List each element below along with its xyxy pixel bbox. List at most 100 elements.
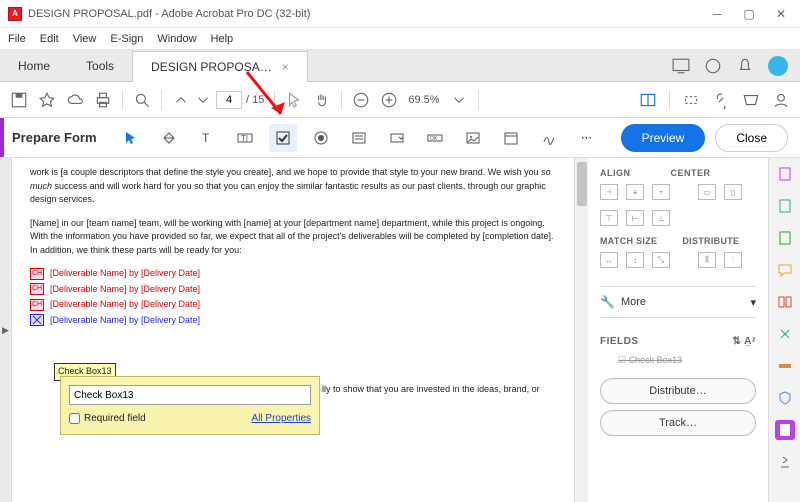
center-header: CENTER: [671, 168, 711, 178]
signature-tool[interactable]: [535, 124, 563, 152]
radio-tool[interactable]: [307, 124, 335, 152]
save-icon[interactable]: [10, 91, 28, 109]
compress-icon[interactable]: [775, 324, 795, 344]
star-icon[interactable]: [38, 91, 56, 109]
zoom-out-icon[interactable]: [352, 91, 370, 109]
preview-button[interactable]: Preview: [621, 124, 706, 152]
page-number-input[interactable]: [216, 91, 242, 109]
cloud-icon[interactable]: [66, 91, 84, 109]
star-share-icon[interactable]: [704, 57, 722, 75]
match-both-icon[interactable]: ⤡: [652, 252, 670, 268]
edit-tool[interactable]: [155, 124, 183, 152]
menu-help[interactable]: Help: [211, 33, 234, 45]
align-center-h-icon[interactable]: ≡: [626, 184, 644, 200]
field-name-input[interactable]: [69, 385, 311, 405]
deliverable-row[interactable]: CH[Deliverable Name] by [Delivery Date]: [30, 267, 558, 281]
titlebar: A DESIGN PROPOSAL.pdf - Adobe Acrobat Pr…: [0, 0, 800, 28]
bell-icon[interactable]: [736, 57, 754, 75]
checkbox-tool[interactable]: [269, 124, 297, 152]
form-checkbox-field[interactable]: CH: [30, 283, 44, 295]
create-pdf-icon[interactable]: [775, 164, 795, 184]
close-window-button[interactable]: ✕: [774, 7, 788, 21]
date-tool[interactable]: [497, 124, 525, 152]
zoom-level[interactable]: 69.5%: [408, 94, 439, 106]
center-h-icon[interactable]: ▭: [698, 184, 716, 200]
more-tools-strip-icon[interactable]: [775, 452, 795, 472]
tab-tools[interactable]: Tools: [68, 51, 132, 81]
comment-icon[interactable]: [775, 260, 795, 280]
minimize-button[interactable]: ─: [710, 7, 724, 21]
zoom-dropdown-icon[interactable]: [450, 91, 468, 109]
required-field-checkbox[interactable]: Required field: [69, 411, 146, 426]
edit-pdf-icon[interactable]: [775, 196, 795, 216]
dropdown-tool[interactable]: [383, 124, 411, 152]
window-title: DESIGN PROPOSAL.pdf - Adobe Acrobat Pro …: [28, 8, 710, 20]
list-tool[interactable]: [345, 124, 373, 152]
menu-esign[interactable]: E-Sign: [110, 33, 143, 45]
prepare-form-icon[interactable]: [775, 420, 795, 440]
all-properties-link[interactable]: All Properties: [252, 411, 311, 426]
doc-scrollbar[interactable]: [574, 158, 588, 502]
distribute-h-icon[interactable]: ⫼: [698, 252, 716, 268]
close-formbar-button[interactable]: Close: [715, 124, 788, 152]
menu-view[interactable]: View: [73, 33, 97, 45]
align-left-icon[interactable]: ⫞: [600, 184, 618, 200]
tab-close-icon[interactable]: ×: [282, 60, 289, 74]
select-tool[interactable]: [117, 124, 145, 152]
page-down-icon[interactable]: [194, 91, 212, 109]
form-checkbox-field[interactable]: CH: [30, 268, 44, 280]
protect-icon[interactable]: [775, 388, 795, 408]
align-top-icon[interactable]: ⊤: [600, 210, 618, 226]
text-field-tool[interactable]: T|: [231, 124, 259, 152]
menu-edit[interactable]: Edit: [40, 33, 59, 45]
deliverable-row[interactable]: CH[Deliverable Name] by [Delivery Date]: [30, 298, 558, 312]
main-toolbar: / 15 69.5%: [0, 82, 800, 118]
tabbar: Home Tools DESIGN PROPOSA…×: [0, 50, 800, 82]
fields-sort-icons[interactable]: ⇅ A̲ᶻ: [732, 336, 756, 347]
redact-icon[interactable]: [775, 356, 795, 376]
distribute-button[interactable]: Distribute…: [600, 378, 756, 404]
sign-icon[interactable]: [772, 91, 790, 109]
user-avatar[interactable]: [768, 56, 788, 76]
tab-document[interactable]: DESIGN PROPOSA…×: [132, 51, 308, 82]
stamp-icon[interactable]: [742, 91, 760, 109]
fit-icon[interactable]: [639, 91, 657, 109]
left-rail[interactable]: ▶: [0, 158, 12, 502]
button-tool[interactable]: OK: [421, 124, 449, 152]
form-checkbox-field-new[interactable]: [30, 314, 44, 326]
text-tool[interactable]: T: [193, 124, 221, 152]
deliverable-row[interactable]: [Deliverable Name] by [Delivery Date]: [30, 314, 558, 328]
align-bottom-icon[interactable]: ⊥: [652, 210, 670, 226]
deliverable-row[interactable]: CH[Deliverable Name] by [Delivery Date]: [30, 283, 558, 297]
align-header: ALIGN: [600, 168, 631, 178]
form-checkbox-field[interactable]: CH: [30, 299, 44, 311]
tab-home[interactable]: Home: [0, 51, 68, 81]
align-right-icon[interactable]: ⫟: [652, 184, 670, 200]
pointer-icon[interactable]: [285, 91, 303, 109]
select-icon[interactable]: [682, 91, 700, 109]
zoom-in-icon[interactable]: [380, 91, 398, 109]
more-tools-icon[interactable]: ⋯: [573, 124, 601, 152]
search-icon[interactable]: [133, 91, 151, 109]
distribute-v-icon[interactable]: ⫶: [724, 252, 742, 268]
center-v-icon[interactable]: ▯: [724, 184, 742, 200]
image-tool[interactable]: [459, 124, 487, 152]
track-button[interactable]: Track…: [600, 410, 756, 436]
link-tool-icon[interactable]: [712, 91, 730, 109]
more-dropdown[interactable]: 🔧More▾: [600, 295, 756, 309]
print-icon[interactable]: [94, 91, 112, 109]
align-middle-icon[interactable]: ⊢: [626, 210, 644, 226]
page-up-icon[interactable]: [172, 91, 190, 109]
document-canvas[interactable]: work is [a couple descriptors that defin…: [12, 158, 576, 502]
field-list-item[interactable]: ☑ Check Box13: [600, 353, 756, 372]
screen-icon[interactable]: [672, 57, 690, 75]
maximize-button[interactable]: ▢: [742, 7, 756, 21]
organize-icon[interactable]: [775, 292, 795, 312]
menu-window[interactable]: Window: [157, 33, 196, 45]
export-icon[interactable]: [775, 228, 795, 248]
menu-file[interactable]: File: [8, 33, 26, 45]
doc-para-3: lly to show that you are invested in the…: [322, 383, 540, 397]
match-height-icon[interactable]: ↕: [626, 252, 644, 268]
match-width-icon[interactable]: ↔: [600, 252, 618, 268]
hand-icon[interactable]: [313, 91, 331, 109]
